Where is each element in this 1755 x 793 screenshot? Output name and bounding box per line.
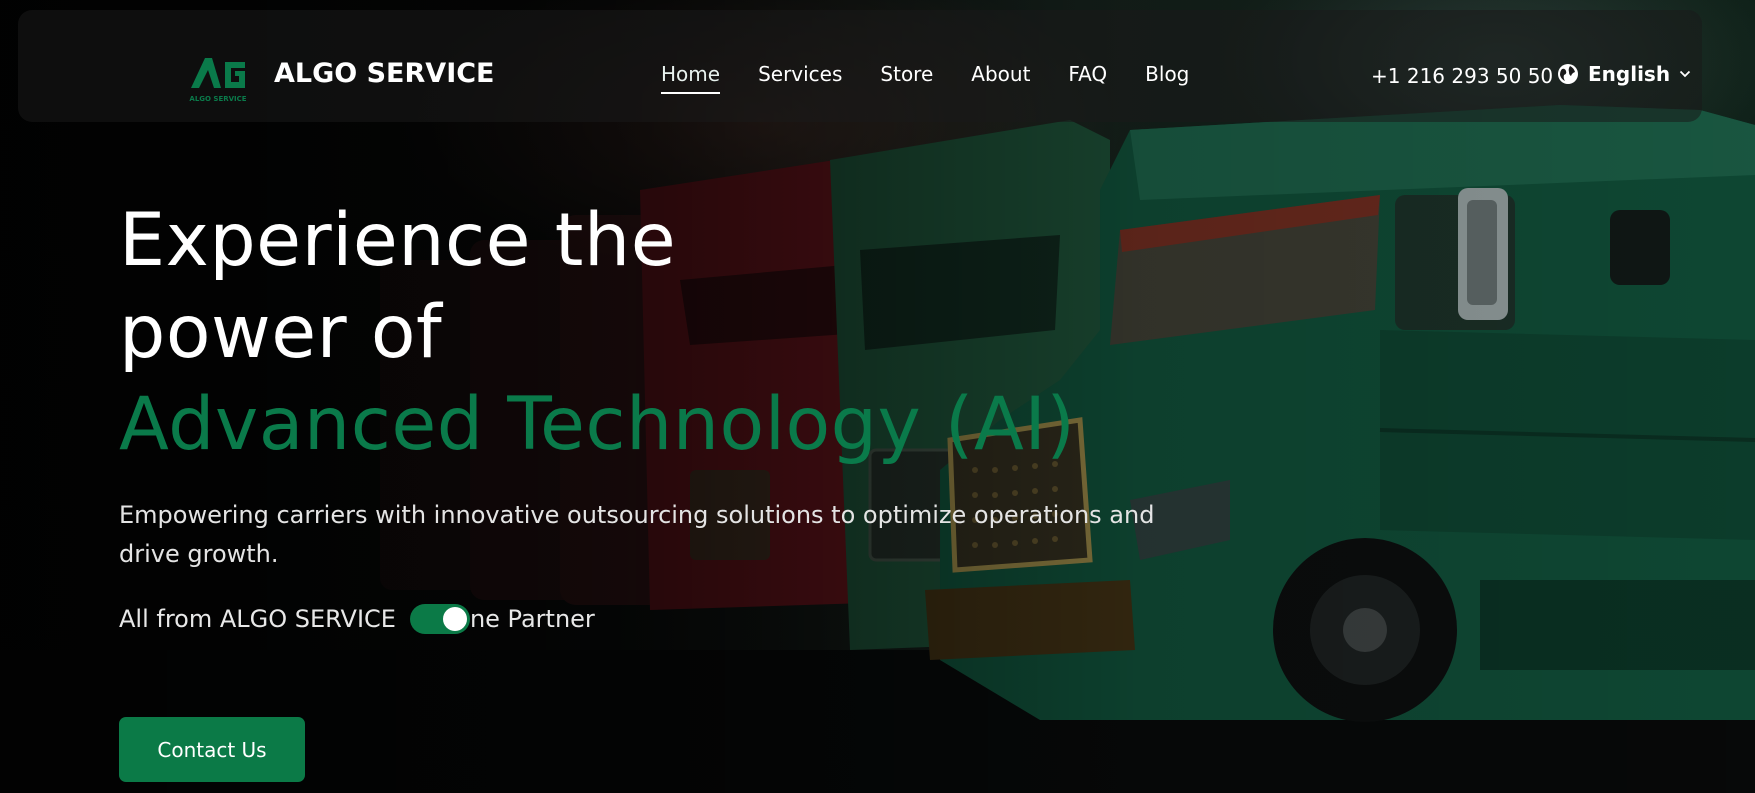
nav-link-services[interactable]: Services	[758, 62, 842, 94]
brand-name[interactable]: ALGO SERVICE	[274, 58, 495, 89]
top-navbar: ALGO SERVICE ALGO SERVICE Home Services …	[18, 10, 1702, 122]
tagline-suffix: ne Partner	[469, 605, 595, 633]
toggle-knob	[442, 607, 467, 631]
main-navigation: Home Services Store About FAQ Blog	[661, 62, 1227, 94]
contact-us-button[interactable]: Contact Us	[119, 717, 305, 782]
nav-link-about[interactable]: About	[971, 62, 1030, 94]
toggle-switch[interactable]	[409, 604, 470, 634]
hero-headline: Experience the power of Advanced Technol…	[119, 195, 1075, 471]
brand-logo-icon[interactable]: ALGO SERVICE	[185, 52, 251, 104]
hero-subtext: Empowering carriers with innovative outs…	[119, 501, 1155, 568]
globe-icon	[1558, 64, 1578, 84]
hero-tagline: All from ALGO SERVICE ne Partner	[119, 604, 595, 634]
headline-accent: Advanced Technology (AI)	[119, 382, 1076, 467]
nav-link-home[interactable]: Home	[661, 62, 721, 94]
nav-link-faq[interactable]: FAQ	[1068, 62, 1107, 94]
nav-link-store[interactable]: Store	[880, 62, 933, 94]
headline-line-2: power of	[119, 290, 443, 375]
chevron-down-icon	[1679, 70, 1691, 78]
tagline-prefix: All from ALGO SERVICE	[119, 605, 396, 633]
nav-link-blog[interactable]: Blog	[1145, 62, 1189, 94]
phone-number-link[interactable]: +1 216 293 50 50	[1371, 64, 1553, 88]
language-selector[interactable]: English	[1557, 62, 1691, 86]
hero-section: ALGO SERVICE ALGO SERVICE Home Services …	[0, 0, 1755, 793]
logo-caption: ALGO SERVICE	[189, 95, 246, 103]
headline-line-1: Experience the	[119, 198, 677, 283]
language-label: English	[1588, 62, 1671, 86]
